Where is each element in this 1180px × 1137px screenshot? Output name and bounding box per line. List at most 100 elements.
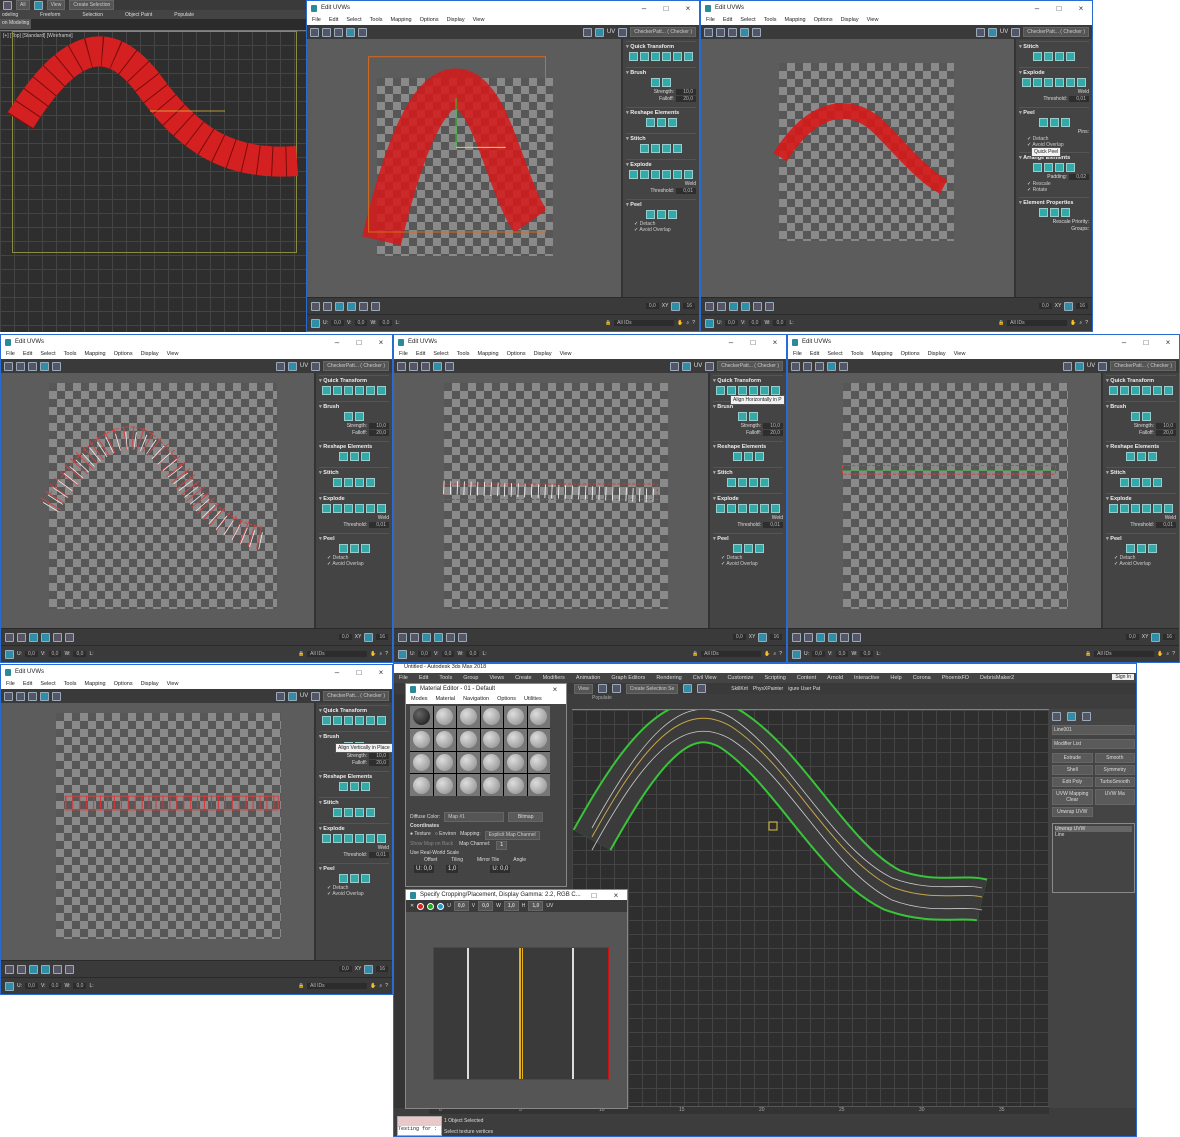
modifier-button[interactable]: Extrude — [1052, 753, 1093, 763]
angle-field[interactable]: 0,0 — [645, 303, 659, 309]
element-icon[interactable] — [434, 632, 443, 642]
render-icon[interactable] — [697, 684, 707, 693]
menu-item[interactable]: Content — [797, 675, 816, 681]
id-filter-dropdown[interactable]: All IDs — [1094, 651, 1155, 657]
maximize-button[interactable]: □ — [583, 891, 605, 900]
rollout-title[interactable]: Peel — [713, 536, 783, 542]
checker-icon[interactable] — [1011, 27, 1021, 37]
abs-offset-icon[interactable] — [705, 318, 714, 328]
tool-icon[interactable] — [1142, 478, 1151, 487]
checkbox[interactable]: Avoid Overlap — [327, 561, 389, 567]
tool-icon[interactable] — [662, 144, 671, 153]
polygon-icon[interactable] — [335, 301, 344, 311]
tool-icon[interactable] — [1125, 544, 1135, 553]
tool-icon[interactable] — [738, 478, 747, 487]
menu-item[interactable]: Create — [515, 675, 532, 681]
tool-icon[interactable] — [749, 478, 758, 487]
menu-tools[interactable]: Tools — [851, 351, 864, 357]
menu-select[interactable]: Select — [433, 351, 448, 357]
tool-icon[interactable] — [1142, 504, 1151, 513]
menu-display[interactable]: Display — [141, 351, 159, 357]
xy-toggle[interactable]: XY — [355, 966, 362, 972]
xy-toggle[interactable]: XY — [355, 634, 362, 640]
minimize-button[interactable]: – — [326, 338, 348, 347]
material-slot[interactable] — [527, 728, 550, 751]
w-field[interactable]: 0,0 — [466, 651, 480, 657]
spinner[interactable]: 20,0 — [369, 430, 389, 436]
v-spinner[interactable]: 0,0 — [478, 901, 494, 911]
lock-icon[interactable]: 🔒 — [298, 983, 304, 989]
freeform-icon[interactable] — [740, 27, 749, 37]
spinner[interactable]: 0,01 — [1069, 96, 1089, 102]
move-icon[interactable] — [4, 361, 13, 371]
spinner[interactable]: 10,0 — [369, 753, 389, 759]
rollout-title[interactable]: Reshape Elements — [626, 110, 696, 116]
u-field[interactable]: 0,0 — [418, 651, 431, 657]
tool-icon[interactable] — [355, 412, 364, 421]
xy-toggle[interactable]: XY — [1055, 303, 1062, 309]
tool-icon[interactable] — [771, 504, 780, 513]
tool-icon[interactable] — [743, 544, 753, 553]
top-viewport[interactable]: [+] [Top] [Standard] [Wireframe] — [0, 30, 306, 332]
material-slot[interactable] — [527, 751, 550, 774]
tool-icon[interactable] — [738, 504, 747, 513]
menu-item[interactable]: DebrisMaker2 — [980, 675, 1014, 681]
maximize-button[interactable]: □ — [1135, 338, 1157, 347]
tool-icon[interactable] — [667, 210, 677, 219]
tool-icon[interactable] — [344, 834, 353, 843]
menu-item[interactable]: Material — [436, 696, 456, 702]
tool-icon[interactable] — [1142, 386, 1151, 395]
mirror-icon[interactable] — [445, 361, 454, 371]
zoom-icon[interactable]: ⌕ — [379, 983, 382, 989]
tool-icon[interactable] — [333, 478, 342, 487]
menu-mapping[interactable]: Mapping — [391, 17, 412, 23]
tool-icon[interactable] — [355, 504, 364, 513]
rollout-title[interactable]: Reshape Elements — [319, 774, 389, 780]
rollout-title[interactable]: Stitch — [1106, 470, 1176, 476]
tool-icon[interactable] — [1033, 78, 1042, 87]
ribbon-tab[interactable]: Selection — [82, 12, 103, 18]
material-slot[interactable] — [527, 706, 550, 728]
angle-field[interactable]: 0,0 — [1125, 634, 1139, 640]
checker-icon[interactable] — [1098, 361, 1108, 371]
tool-icon[interactable] — [1044, 163, 1053, 172]
create-tab-icon[interactable] — [1052, 712, 1061, 721]
show-map-icon[interactable] — [594, 27, 604, 37]
tool-icon[interactable] — [640, 170, 649, 179]
tool-icon[interactable] — [1038, 208, 1048, 217]
abs-offset-icon[interactable] — [5, 981, 14, 991]
menu-select[interactable]: Select — [827, 351, 842, 357]
tool-icon[interactable] — [640, 52, 649, 61]
grid-icon[interactable] — [275, 361, 285, 371]
ribbon-tab[interactable]: odeling — [2, 12, 18, 18]
tool-icon[interactable] — [754, 452, 764, 461]
abs-offset-icon[interactable] — [5, 649, 14, 659]
rotate-icon[interactable] — [409, 361, 418, 371]
vertex-icon[interactable] — [5, 964, 14, 974]
rollout-title[interactable]: Quick Transform — [626, 44, 696, 50]
abs-offset-icon[interactable] — [792, 649, 801, 659]
green-channel-button[interactable] — [427, 902, 435, 910]
tool-icon[interactable] — [344, 808, 353, 817]
menu-edit[interactable]: Edit — [810, 351, 819, 357]
tool-icon[interactable] — [349, 874, 359, 883]
tool-icon[interactable] — [760, 386, 769, 395]
tool-icon[interactable] — [1055, 52, 1064, 61]
modifier-button[interactable]: TurboSmooth — [1094, 777, 1135, 787]
checker-icon[interactable] — [618, 27, 628, 37]
u-angle[interactable]: U: 0,0 — [490, 865, 511, 873]
modifier-button[interactable]: Smooth — [1094, 753, 1135, 763]
angle-field[interactable]: 0,0 — [338, 966, 352, 972]
menu-file[interactable]: File — [6, 681, 15, 687]
perspective-viewport[interactable] — [572, 709, 1049, 1109]
tool-icon[interactable] — [360, 874, 370, 883]
grid-icon[interactable] — [582, 27, 592, 37]
abs-offset-icon[interactable] — [311, 318, 320, 328]
tool-icon[interactable] — [1164, 504, 1173, 513]
zoom-icon[interactable]: ⌕ — [773, 651, 776, 657]
show-map-icon[interactable] — [1074, 361, 1084, 371]
spinner[interactable]: 10,0 — [676, 89, 696, 95]
tool-icon[interactable] — [360, 782, 370, 791]
menu-options[interactable]: Options — [114, 681, 133, 687]
menu-view[interactable]: View — [867, 17, 879, 23]
